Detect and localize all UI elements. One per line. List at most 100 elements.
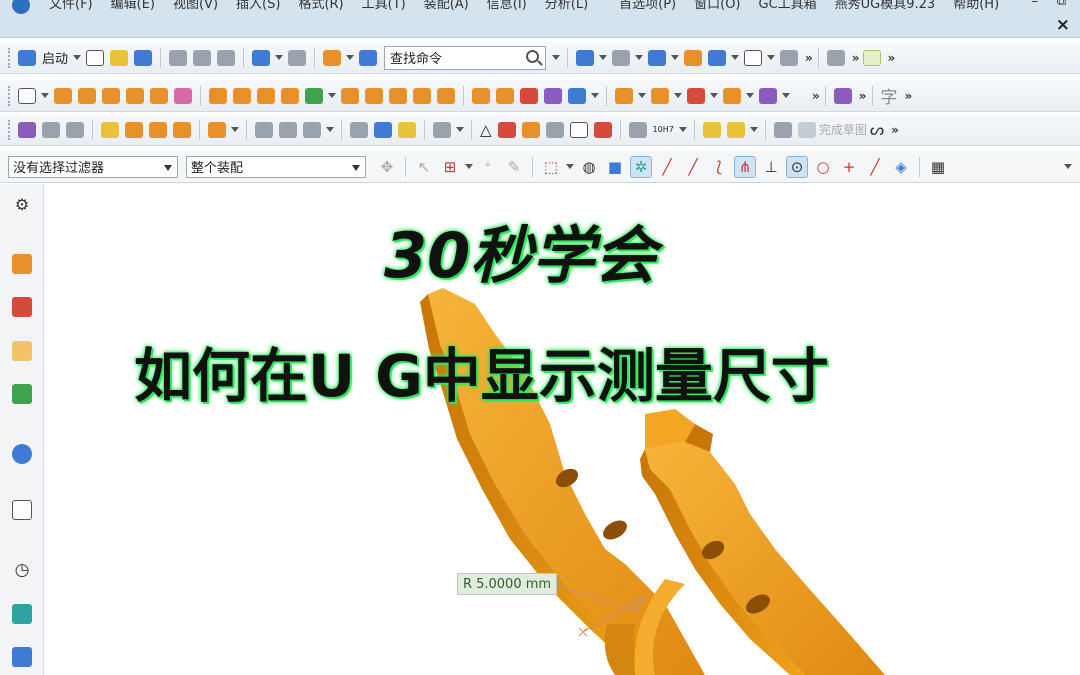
rectangle-select-icon[interactable]: ⬚ (540, 156, 562, 178)
chevron-down-icon[interactable] (1064, 164, 1072, 169)
symbol-icon[interactable] (545, 121, 564, 138)
face-snap-icon[interactable]: ◈ (890, 156, 912, 178)
role-icon[interactable] (12, 647, 32, 667)
offset-face-icon[interactable] (472, 87, 490, 104)
chevron-down-icon[interactable] (746, 93, 754, 98)
save-icon[interactable] (134, 49, 153, 66)
weld-icon[interactable] (593, 121, 612, 138)
curve-tool-icon[interactable]: ᔕ (870, 120, 884, 139)
menu-view[interactable]: 视图(V) (164, 0, 227, 12)
spline-icon[interactable] (279, 121, 297, 138)
intersection-snap-icon[interactable]: ⋔ (734, 155, 756, 178)
settings-icon[interactable]: ⚙ (12, 194, 32, 214)
menu-preferences[interactable]: 首选项(P) (597, 0, 685, 12)
tolerance-icon[interactable] (628, 121, 647, 138)
wave-linker-icon[interactable] (208, 121, 226, 138)
reuse-library-icon[interactable] (12, 384, 32, 404)
mirror-icon[interactable] (281, 87, 299, 104)
menu-format[interactable]: 格式(R) (289, 0, 352, 12)
chevron-down-icon[interactable] (41, 93, 49, 98)
start-icon[interactable] (18, 49, 36, 66)
restore-button[interactable]: ⧉ (1057, 0, 1066, 9)
sew-icon[interactable] (687, 87, 705, 104)
constraint-navigator-icon[interactable] (12, 341, 32, 361)
more-commands-icon[interactable]: » (812, 89, 820, 103)
part-navigator-icon[interactable] (12, 254, 32, 274)
endpoint-snap-icon[interactable]: ╱ (656, 156, 678, 178)
menu-help[interactable]: 帮助(H) (944, 0, 1008, 12)
datum-icon[interactable] (305, 87, 323, 104)
trim-body-icon[interactable] (365, 87, 383, 104)
material-icon[interactable] (702, 121, 721, 138)
menu-assembly[interactable]: 装配(A) (415, 0, 478, 12)
toolbar-grip[interactable] (8, 119, 11, 140)
point-snap-icon[interactable]: + (838, 156, 860, 178)
chevron-down-icon[interactable] (465, 164, 473, 169)
surface-icon[interactable] (615, 87, 633, 104)
label-icon[interactable] (398, 121, 416, 138)
menu-yanxiu-mold[interactable]: 燕秀UG模具9.23 (826, 0, 945, 12)
minimize-button[interactable]: – (1032, 0, 1039, 9)
chevron-down-icon[interactable] (710, 93, 718, 98)
menu-analysis[interactable]: 分析(L) (536, 0, 597, 12)
chevron-down-icon[interactable] (767, 55, 776, 60)
perpendicular-snap-icon[interactable]: ⊥ (760, 156, 782, 178)
chevron-down-icon[interactable] (328, 93, 336, 98)
pen-icon[interactable] (374, 121, 392, 138)
menu-insert[interactable]: 插入(S) (227, 0, 289, 12)
clock-icon[interactable]: ◷ (12, 560, 32, 580)
midpoint-snap-icon[interactable]: ╱ (682, 156, 704, 178)
assembly-navigator-icon[interactable] (12, 297, 32, 317)
shell-icon[interactable] (437, 87, 455, 104)
more-commands-icon[interactable]: » (805, 51, 813, 65)
table-icon[interactable] (497, 121, 516, 138)
more-commands-icon[interactable]: » (891, 123, 899, 137)
chevron-down-icon[interactable] (566, 164, 574, 169)
body-selection-icon[interactable]: ✎ (503, 156, 525, 178)
quadrant-snap-icon[interactable]: ○ (812, 156, 834, 178)
close-button[interactable]: × (1056, 15, 1070, 35)
toolbar-grip[interactable] (8, 47, 11, 68)
assembly-nav-icon[interactable] (18, 121, 36, 138)
menu-info[interactable]: 信息(I) (478, 0, 536, 12)
view-cube-icon[interactable] (708, 49, 727, 66)
chevron-down-icon[interactable] (552, 55, 561, 60)
more-commands-icon[interactable]: » (852, 51, 860, 65)
pad-icon[interactable] (174, 87, 192, 104)
menu-tools[interactable]: 工具(T) (353, 0, 415, 12)
material2-icon[interactable] (726, 121, 745, 138)
unite-icon[interactable] (341, 87, 359, 104)
background-icon[interactable] (744, 49, 763, 66)
rib-icon[interactable] (209, 87, 227, 104)
command-search-input[interactable]: 查找命令 (384, 45, 547, 70)
menu-gc-toolbox[interactable]: GC工具箱 (750, 0, 826, 12)
offset-curve-icon[interactable] (303, 121, 321, 138)
history-doc-icon[interactable] (12, 500, 32, 520)
patch-icon[interactable] (759, 87, 777, 104)
redo-icon[interactable] (288, 49, 307, 66)
chevron-down-icon[interactable] (164, 164, 172, 171)
layer-icon[interactable] (826, 49, 845, 66)
chevron-down-icon[interactable] (591, 93, 599, 98)
explode-icon[interactable] (173, 121, 191, 138)
grid-icon[interactable]: ▦ (927, 156, 949, 178)
chevron-down-icon[interactable] (674, 93, 682, 98)
view-orient-icon[interactable] (684, 49, 703, 66)
chevron-down-icon[interactable] (678, 127, 687, 132)
revolve-icon[interactable] (78, 87, 96, 104)
select-all-icon[interactable]: ✥ (376, 156, 398, 178)
chevron-down-icon[interactable] (326, 127, 334, 132)
undo-icon[interactable] (252, 49, 271, 66)
pocket-icon[interactable] (150, 87, 168, 104)
curve-icon[interactable] (255, 121, 273, 138)
split-body-icon[interactable] (723, 87, 741, 104)
sketch-icon[interactable] (18, 87, 36, 104)
chevron-down-icon[interactable] (638, 93, 646, 98)
sphere-icon[interactable] (568, 87, 586, 104)
new-file-icon[interactable] (86, 49, 105, 66)
open-folder-icon[interactable] (110, 49, 129, 66)
chevron-down-icon[interactable] (749, 127, 758, 132)
hole-icon[interactable] (102, 87, 120, 104)
wireframe-icon[interactable]: ◍ (578, 156, 600, 178)
render-style-icon[interactable] (612, 49, 631, 66)
